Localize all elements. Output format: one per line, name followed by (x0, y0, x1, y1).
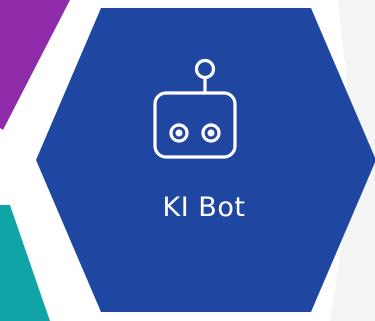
tile-label: KI Bot (162, 192, 246, 223)
teal-tile[interactable] (0, 205, 50, 321)
tile-grid (0, 0, 375, 321)
robot-icon (150, 50, 240, 160)
